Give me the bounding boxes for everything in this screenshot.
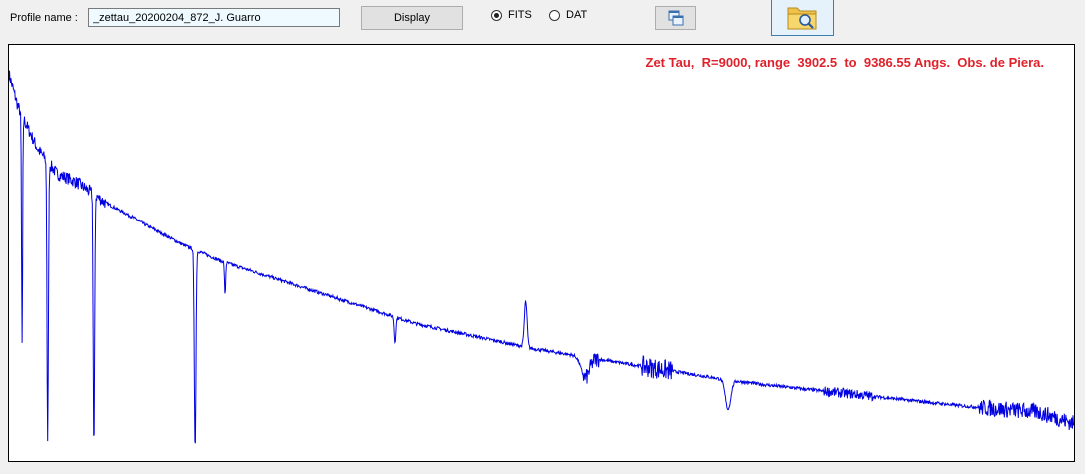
fits-radio-dot[interactable] [491,9,502,21]
open-file-button[interactable] [771,0,834,36]
dat-radio-dot[interactable] [549,9,560,21]
spectrum-plot: Zet Tau, R=9000, range 3902.5 to 9386.55… [8,44,1075,462]
fits-radio[interactable]: FITS [491,9,532,21]
folder-search-icon [787,7,817,30]
spectrum-series-line [9,70,1074,444]
profile-name-field[interactable] [88,8,340,27]
fits-radio-label: FITS [508,9,532,21]
display-button[interactable]: Display [361,6,463,30]
plot-title: Zet Tau, R=9000, range 3902.5 to 9386.55… [645,55,1044,70]
copy-windows-icon [668,10,684,26]
dat-radio[interactable]: DAT [549,9,587,21]
dat-radio-label: DAT [566,9,588,21]
profile-name-label: Profile name : [10,12,78,24]
spectrum-chart [9,70,1074,444]
copy-button[interactable] [655,6,696,30]
